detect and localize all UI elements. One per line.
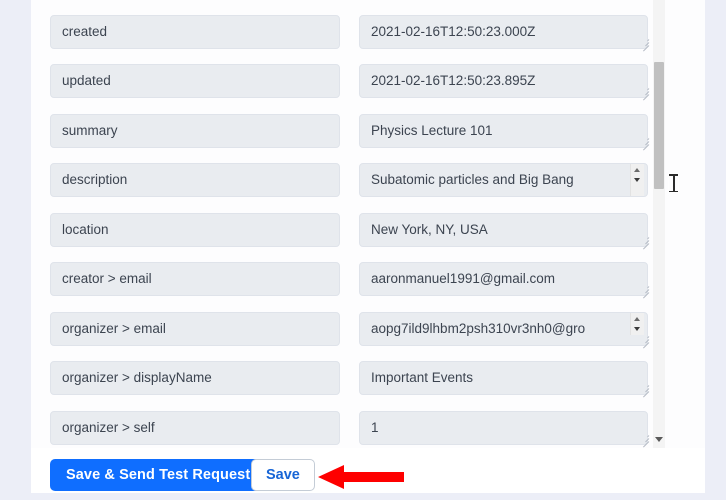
save-button[interactable]: Save [251,459,315,491]
field-key-organizer-self[interactable]: organizer > self [50,411,340,445]
save-and-send-test-request-button[interactable]: Save & Send Test Request [50,459,267,491]
mapping-row: organizer > displayName Important Events [50,361,670,398]
screenshot-root: created 2021-02-16T12:50:23.000Z updated… [0,0,726,500]
field-key-organizer-email[interactable]: organizer > email [50,312,340,346]
mapping-row: description Subatomic particles and Big … [50,163,670,197]
field-key-organizer-displayname[interactable]: organizer > displayName [50,361,340,395]
field-value-organizer-displayname[interactable]: Important Events [359,361,648,395]
field-value-created[interactable]: 2021-02-16T12:50:23.000Z [359,15,648,49]
field-key-creator-email[interactable]: creator > email [50,262,340,296]
field-key-description[interactable]: description [50,163,340,197]
field-value-summary[interactable]: Physics Lecture 101 [359,114,648,148]
field-value-organizer-email[interactable]: aopg7ild9lhbm2psh310vr3nh0@gro [359,312,648,346]
mapping-row: summary Physics Lecture 101 [50,114,670,151]
mapping-row: updated 2021-02-16T12:50:23.895Z [50,64,670,101]
field-value-organizer-self[interactable]: 1 [359,411,648,445]
left-pointing-arrow-annotation [318,465,404,489]
field-key-location[interactable]: location [50,213,340,247]
field-key-updated[interactable]: updated [50,64,340,98]
mapping-row: creator > email aaronmanuel1991@gmail.co… [50,262,670,299]
field-value-creator-email[interactable]: aaronmanuel1991@gmail.com [359,262,648,296]
scroll-down-arrow-icon[interactable] [631,324,644,335]
mapping-list-scrollbar[interactable] [653,0,665,448]
text-cursor-icon [668,173,679,193]
mapping-row: location New York, NY, USA [50,213,670,250]
scroll-down-arrow-icon[interactable] [654,434,664,444]
description-inner-scrollbar[interactable] [630,164,644,196]
field-key-summary[interactable]: summary [50,114,340,148]
mapping-row: organizer > self 1 [50,411,670,448]
mapping-row: created 2021-02-16T12:50:23.000Z [50,15,670,52]
field-value-location[interactable]: New York, NY, USA [359,213,648,247]
scroll-up-arrow-icon[interactable] [631,164,644,175]
mapping-row: organizer > email aopg7ild9lhbm2psh310vr… [50,312,670,349]
scroll-up-arrow-icon[interactable] [631,313,644,324]
field-value-updated[interactable]: 2021-02-16T12:50:23.895Z [359,64,648,98]
scroll-down-arrow-icon[interactable] [631,175,644,186]
field-mapping-scroll-area[interactable]: created 2021-02-16T12:50:23.000Z updated… [31,0,705,448]
field-key-created[interactable]: created [50,15,340,49]
scrollbar-thumb[interactable] [654,62,664,189]
field-value-description[interactable]: Subatomic particles and Big Bang [359,163,648,197]
organizer-email-inner-scrollbar[interactable] [630,313,644,335]
panel-bottom-spacer [31,493,705,500]
mapping-panel: created 2021-02-16T12:50:23.000Z updated… [31,0,706,493]
